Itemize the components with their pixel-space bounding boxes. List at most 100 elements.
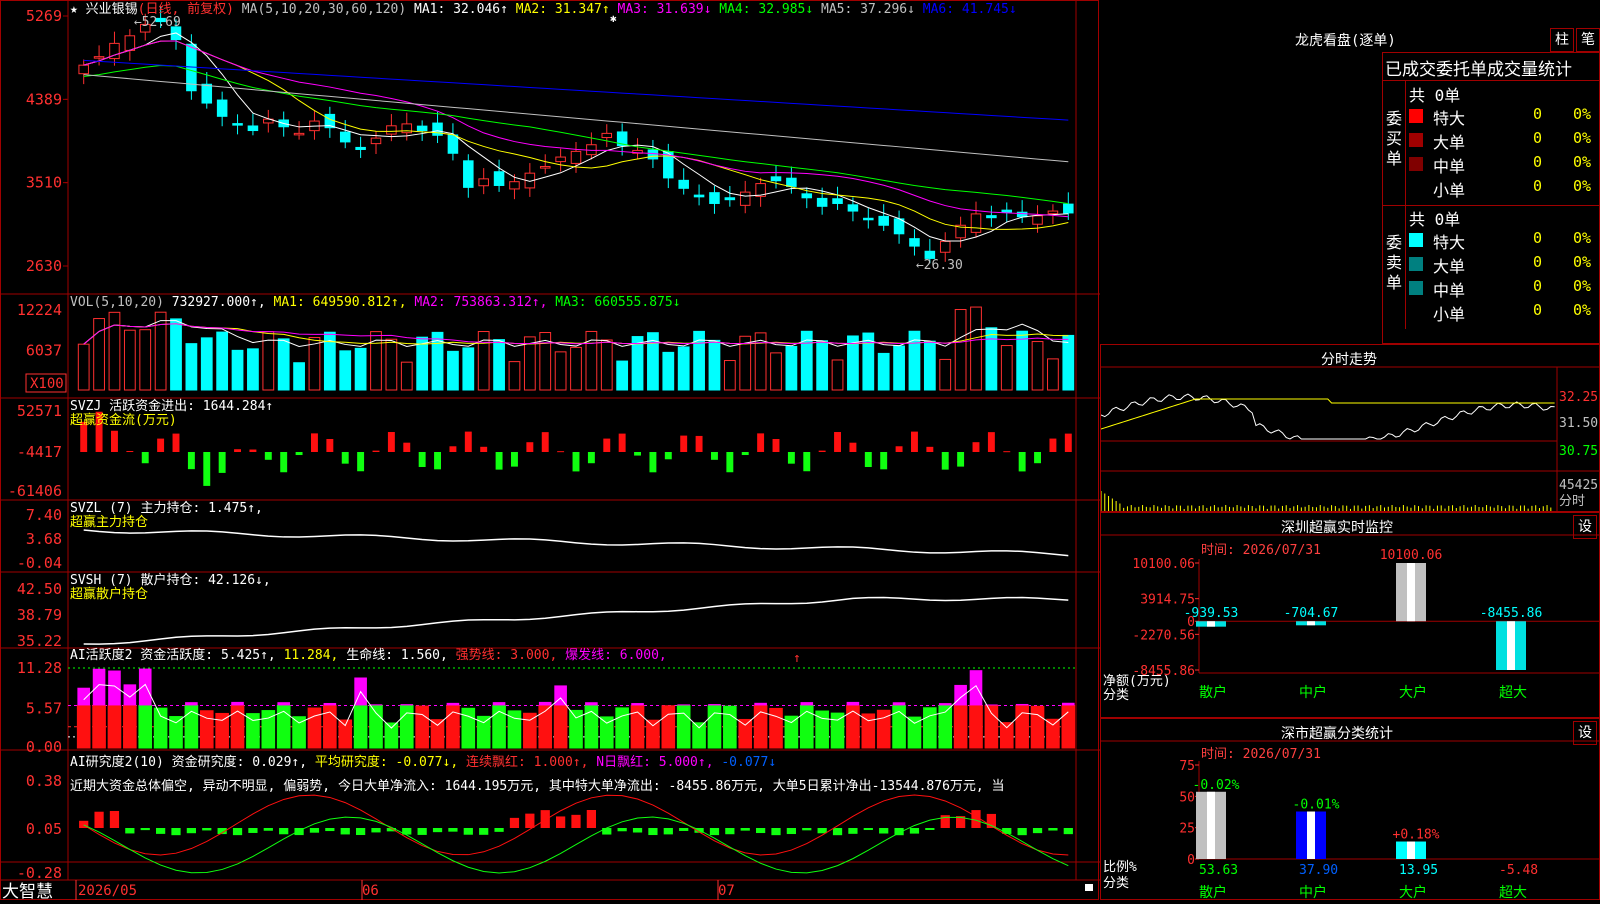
fundflow-bar: [757, 433, 765, 452]
classify-bar-highlight: [1307, 811, 1315, 859]
research-bar: [571, 814, 581, 828]
candle-body: [370, 137, 382, 145]
candle-body: [247, 125, 259, 132]
buy-row-value: 0: [1533, 129, 1543, 147]
candle-body: [339, 131, 351, 143]
dragon-subtitle: 已成交委托单成交量统计: [1385, 60, 1572, 80]
activity-bar: [523, 712, 537, 749]
vol-axis-label: 12224: [17, 301, 62, 319]
fundflow-bar: [203, 452, 211, 486]
activity-bar-burst: [708, 704, 721, 706]
intraday-axis-label: 45425: [1559, 478, 1598, 493]
buy-total: 共 0单: [1409, 86, 1461, 105]
kline-area[interactable]: 5269 4389 3510 2630 ←52.69 ←26.30 ★ 兴业银锡(日线, 前…: [0, 0, 1100, 902]
activity-bar-burst: [92, 668, 106, 706]
activity-bar: [399, 704, 414, 749]
monitor-bar-label: -704.67: [1284, 606, 1339, 621]
research-bar: [725, 828, 735, 835]
classify-bar-highlight: [1207, 791, 1215, 859]
activity-bar-burst: [123, 684, 137, 706]
svzj-axis-label: 52571: [17, 402, 62, 420]
monitor-bar-highlight: [1507, 621, 1515, 670]
fundflow-bar: [818, 450, 826, 452]
activity-bar: [230, 704, 245, 749]
bar-mode-button[interactable]: 柱: [1550, 28, 1574, 52]
intraday-chart-svg[interactable]: 32.25 31.50 30.75 45425分时: [1101, 345, 1600, 513]
activity-bar: [538, 704, 553, 749]
candle-body: [78, 64, 89, 75]
research-bar: [863, 828, 873, 831]
fundflow-bar: [1049, 438, 1057, 452]
volume-bar: [293, 362, 305, 391]
activity-bar: [338, 719, 353, 749]
tick-mode-button[interactable]: 笔: [1576, 28, 1600, 52]
candle-body: [93, 56, 105, 59]
buy-row-name: 特大: [1433, 109, 1466, 128]
volume-bar: [247, 348, 259, 391]
fundflow-bar: [726, 452, 734, 473]
buy-row-percent: 0%: [1573, 153, 1592, 171]
sell-legend-swatch: [1409, 305, 1423, 319]
activity-bar: [246, 713, 260, 749]
candle-body: [832, 198, 843, 204]
research-bar: [709, 828, 720, 836]
intraday-axis-label: 32.25: [1559, 390, 1598, 405]
candle-body: [509, 181, 520, 190]
fundflow-bar: [911, 431, 918, 452]
research-bar: [771, 828, 781, 836]
price-axis-label: 3510: [26, 174, 62, 192]
fundflow-bar: [357, 452, 365, 472]
buy-legend-swatch: [1409, 133, 1423, 147]
candle-body: [801, 193, 813, 199]
research-bar: [279, 828, 289, 835]
research-bar: [94, 811, 104, 828]
volume-bar: [554, 351, 567, 391]
monitor-bar-label: -8455.86: [1480, 606, 1543, 621]
intraday-panel[interactable]: 分时走势 32.25 31.50 30.75 45425 分时: [1100, 344, 1600, 513]
fundflow-bar: [557, 451, 565, 453]
volume-bar: [400, 361, 413, 391]
research-bar: [525, 813, 535, 828]
classify-value-label: 37.90: [1299, 863, 1338, 878]
activity-bar-burst: [492, 702, 506, 706]
fundflow-bar: [141, 452, 149, 464]
right-panel: 龙虎看盘(逐单) 柱 笔 已成交委托单成交量统计 委买单共 0单 特大 0 0% 大单 0…: [1100, 0, 1600, 901]
volume-bar: [108, 311, 121, 391]
svzl-subtitle: 超赢主力持仓: [70, 514, 148, 530]
candle-body: [601, 132, 613, 139]
activity-bar: [923, 707, 937, 749]
candle-body: [739, 191, 751, 206]
volume-bar: [616, 360, 629, 391]
candle-body: [863, 217, 874, 221]
lock-icon: [1085, 884, 1093, 891]
monitor-bar-highlight: [1207, 621, 1215, 627]
volume-bar: [493, 339, 505, 391]
kline-chart-svg[interactable]: 5269 4389 3510 2630 ←52.69 ←26.30 ★ 兴业银锡(日线, 前…: [0, 0, 1100, 902]
volume-bar: [1031, 341, 1044, 391]
activity-bar: [999, 722, 1014, 749]
classify-top-label: -0.02%: [1193, 778, 1240, 793]
retail-holding-line: [83, 596, 1069, 645]
volume-bar: [308, 337, 321, 391]
intraday-price-line: [1101, 393, 1555, 440]
activity-bar: [707, 704, 722, 749]
volume-bar: [139, 329, 152, 391]
fundflow-bar: [172, 433, 180, 452]
candle-body: [1001, 209, 1013, 213]
main-holding-line: [83, 529, 1069, 557]
classify-value-label: -5.48: [1499, 863, 1538, 878]
volume-bar: [785, 345, 798, 391]
research-bar: [617, 828, 627, 832]
ma-line: [83, 32, 1069, 242]
order-stats-table: 委买单共 0单 特大 0 0% 大单 0 0% 中单 0 0% 小单 0 0% 委卖单共 0单 特大 0 0%…: [1382, 80, 1600, 344]
activity-bar-burst: [846, 701, 860, 706]
ai1-axis-label: 5.57: [26, 699, 62, 717]
buy-legend-swatch: [1409, 157, 1423, 171]
sell-row-name: 特大: [1433, 233, 1466, 252]
candle-body: [678, 179, 689, 189]
activity-bar: [676, 704, 691, 749]
sell-total: 共 0单: [1409, 210, 1461, 229]
activity-bar: [646, 719, 660, 749]
svsh-subtitle: 超赢散户持仓: [70, 586, 148, 602]
research-bar: [786, 828, 796, 835]
